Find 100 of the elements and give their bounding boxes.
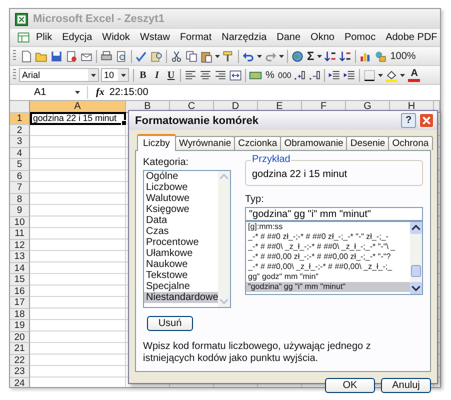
category-item[interactable]: Księgowe (144, 204, 218, 215)
zoom-field[interactable]: 100% (390, 50, 416, 62)
fill-bucket-icon[interactable] (385, 68, 398, 82)
outdent-icon[interactable] (328, 68, 342, 82)
function-button[interactable]: fx (96, 87, 104, 98)
row-header[interactable]: 13 (10, 251, 30, 262)
font-size-dropdown[interactable]: 10 (101, 68, 129, 82)
align-right-icon[interactable] (214, 68, 227, 82)
menu-item[interactable]: Widok (97, 32, 135, 43)
row-header[interactable]: 16 (10, 286, 30, 297)
category-item[interactable]: Ogólne (144, 171, 218, 182)
scrollbar-thumb[interactable] (411, 265, 421, 277)
shapes-icon[interactable] (374, 50, 388, 62)
row-header[interactable]: 23 (10, 366, 30, 378)
align-left-icon[interactable] (184, 68, 197, 82)
dialog-button[interactable]: OK (325, 378, 375, 393)
caret-icon[interactable] (317, 54, 322, 58)
blank-page-icon[interactable] (20, 50, 33, 62)
percent-button[interactable]: % (264, 70, 276, 80)
number-code-option[interactable]: [g]:mm:ss (246, 222, 410, 232)
page-magnifier-icon[interactable] (115, 50, 128, 62)
help-button[interactable]: ? (401, 113, 416, 128)
number-code-option[interactable]: gg" godz" mm "min" (246, 272, 410, 282)
column-header[interactable]: A (30, 101, 126, 113)
category-item[interactable]: Liczbowe (144, 182, 218, 193)
category-item[interactable]: Naukowe (144, 259, 218, 270)
thousands-button[interactable]: 000 (278, 70, 292, 80)
align-center-icon[interactable] (199, 68, 212, 82)
row-header[interactable]: 14 (10, 262, 30, 274)
clipboard-icon[interactable] (200, 50, 213, 62)
row-header[interactable]: 1 (10, 113, 30, 124)
row-header[interactable]: 18 (10, 308, 30, 320)
sort-ascending-icon[interactable] (324, 50, 338, 62)
menu-item[interactable]: Adobe PDF (380, 32, 440, 43)
menu-item[interactable]: Pomoc (339, 32, 381, 43)
font-dropdown[interactable]: Arial (19, 68, 99, 82)
book-magnifier-icon[interactable] (150, 50, 163, 62)
autosum-button[interactable]: Σ (307, 49, 314, 63)
type-field[interactable]: "godzina" gg "i" mm "minut" (245, 207, 423, 221)
number-code-option[interactable]: "godzina" gg "i" mm "minut" (246, 282, 410, 292)
merge-cells-icon[interactable] (229, 68, 242, 82)
menu-item[interactable]: Narzędzia (216, 32, 272, 43)
tab[interactable]: Desenie (346, 136, 390, 150)
indent-icon[interactable] (343, 68, 356, 82)
font-color-button[interactable]: A (408, 68, 420, 82)
row-header[interactable]: 10 (10, 216, 30, 228)
formula-field[interactable]: 22:15:00 (109, 87, 148, 98)
decrease-decimal-icon[interactable] (308, 68, 322, 82)
row-header[interactable]: 15 (10, 274, 30, 286)
category-item[interactable]: Tekstowe (144, 270, 218, 281)
row-header[interactable]: 12 (10, 240, 30, 251)
row-header[interactable]: 21 (10, 343, 30, 354)
menu-item[interactable]: Okno (306, 32, 340, 43)
workbook-icon[interactable] (17, 31, 30, 44)
menu-item[interactable]: Plik (31, 32, 58, 43)
row-header[interactable]: 5 (10, 159, 30, 170)
number-code-option[interactable]: _-* # ##0,00 zł_-;-* # ##0,00 zł_-;_-* "-"? (246, 252, 410, 262)
caret-icon[interactable] (400, 74, 406, 76)
fill-handle[interactable] (121, 120, 127, 126)
delete-button[interactable]: Usuń (147, 316, 193, 331)
category-item[interactable]: Specjalne (144, 281, 218, 292)
row-header[interactable]: 22 (10, 354, 30, 366)
name-box[interactable]: A1 (10, 86, 88, 99)
tab[interactable]: Liczby (137, 134, 176, 151)
category-item[interactable]: Procentowe (144, 237, 218, 248)
row-header[interactable]: 9 (10, 205, 30, 216)
menu-item[interactable]: Format (174, 32, 217, 43)
tab[interactable]: Ochrona (388, 136, 433, 150)
brush-icon[interactable] (222, 50, 235, 62)
dialog-button[interactable]: Anuluj (381, 378, 431, 393)
sort-descending-icon[interactable] (339, 50, 352, 62)
tab[interactable]: Wyrównanie (174, 136, 236, 150)
toolbar-grip[interactable] (13, 69, 16, 81)
tab[interactable]: Obramowanie (280, 136, 348, 150)
caret-icon[interactable] (257, 54, 262, 58)
row-header[interactable]: 2 (10, 124, 30, 136)
caret-icon[interactable] (215, 54, 220, 58)
row-header[interactable]: 4 (10, 148, 30, 159)
row-header[interactable]: 17 (10, 297, 30, 308)
number-code-option[interactable]: _-* # ##0\ _z_ł_-;-* # ##0\ _z_ł_-;_-* "-"\ _ (246, 242, 410, 252)
borders-icon[interactable] (363, 68, 376, 82)
row-header[interactable]: 19 (10, 320, 30, 332)
close-icon[interactable] (419, 113, 434, 128)
row-header[interactable]: 6 (10, 170, 30, 182)
underline-button[interactable]: U (165, 70, 177, 80)
category-item[interactable]: Czas (144, 226, 218, 237)
globe-icon[interactable] (291, 50, 304, 62)
row-header[interactable]: 8 (10, 194, 30, 205)
tab[interactable]: Czcionka (234, 136, 282, 150)
toolbar-grip[interactable] (13, 50, 16, 62)
bold-button[interactable]: B (137, 70, 149, 80)
italic-button[interactable]: I (151, 70, 163, 80)
scrollbar[interactable] (410, 222, 422, 294)
checkmark-icon[interactable] (135, 50, 148, 62)
category-item[interactable]: Niestandardowe (144, 292, 218, 303)
caret-icon[interactable] (279, 54, 284, 58)
category-item[interactable]: Walutowe (144, 193, 218, 204)
row-header[interactable]: 11 (10, 228, 30, 240)
menu-item[interactable]: Wstaw (134, 32, 175, 43)
copy-icon[interactable] (185, 50, 198, 62)
